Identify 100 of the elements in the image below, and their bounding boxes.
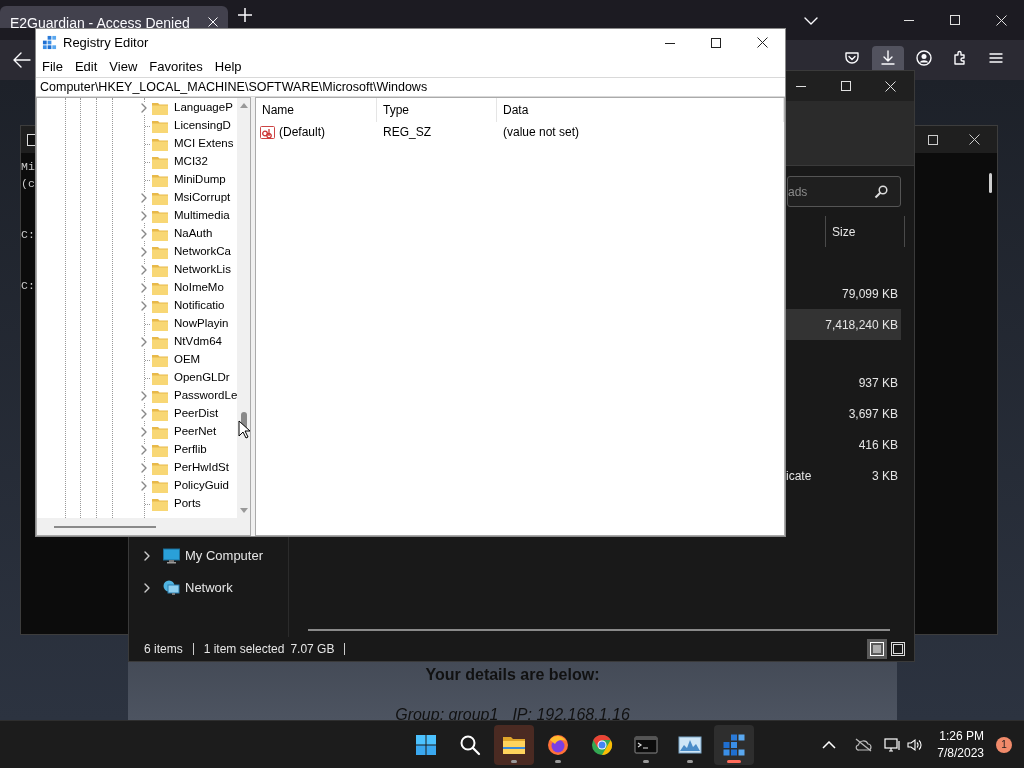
- tree-item[interactable]: Ports: [37, 495, 238, 513]
- cloud-off-icon[interactable]: [854, 737, 873, 752]
- view-button[interactable]: [867, 639, 887, 659]
- details-view-icon: [870, 642, 884, 656]
- folder-icon: [152, 137, 168, 151]
- folder-icon: [152, 407, 168, 421]
- tree-item[interactable]: Notificatio: [37, 297, 238, 315]
- menu-item[interactable]: File: [38, 56, 67, 77]
- folder-icon: [152, 371, 168, 385]
- file-row[interactable]: 7,418,240 KB: [786, 309, 901, 340]
- new-tab-icon[interactable]: [238, 8, 252, 22]
- date-text: 7/8/2023: [937, 744, 984, 762]
- tree-item[interactable]: MsiCorrupt: [37, 189, 238, 207]
- tree-item[interactable]: NaAuth: [37, 225, 238, 243]
- tree-item[interactable]: NtVdm64: [37, 333, 238, 351]
- preview-view-icon: [891, 642, 905, 656]
- folder-icon: [152, 497, 168, 511]
- tree-item[interactable]: LanguageP: [37, 99, 238, 117]
- horizontal-scrollbar[interactable]: [308, 629, 890, 631]
- folder-icon: [152, 461, 168, 475]
- tree-item[interactable]: NetworkLis: [37, 261, 238, 279]
- tree-item[interactable]: NetworkCa: [37, 243, 238, 261]
- scrollbar-thumb[interactable]: [989, 173, 992, 193]
- browser-tab[interactable]: E2Guardian - Access Denied: [0, 6, 228, 28]
- folder-icon: [152, 389, 168, 403]
- folder-icon: [152, 425, 168, 439]
- notification-badge[interactable]: 1: [996, 736, 1012, 753]
- tree-item[interactable]: PolicyGuid: [37, 477, 238, 495]
- folder-icon: [152, 317, 168, 331]
- close-tab-icon[interactable]: [208, 17, 218, 27]
- tree-item[interactable]: OEM: [37, 351, 238, 369]
- file-row[interactable]: 3,697 KB: [786, 398, 901, 429]
- clock[interactable]: 1:26 PM 7/8/2023: [937, 727, 984, 762]
- address-bar[interactable]: Computer\HKEY_LOCAL_MACHINE\SOFTWARE\Microsoft\Windows: [36, 77, 785, 97]
- folder-icon: [152, 155, 168, 169]
- file-row[interactable]: icate 3 KB: [786, 460, 901, 491]
- scrollbar-thumb[interactable]: [54, 525, 156, 528]
- size-cell-text: 7,418,240 KB: [825, 316, 899, 334]
- folder-icon: [152, 299, 168, 313]
- maximize-icon: [711, 37, 721, 48]
- pocket-icon: [843, 49, 861, 67]
- tree-item[interactable]: PeerNet: [37, 423, 238, 441]
- column-header[interactable]: Name: [256, 98, 377, 122]
- expand-chevron-icon[interactable]: [143, 583, 151, 593]
- folder-icon: [152, 101, 168, 115]
- horizontal-scrollbar[interactable]: [37, 518, 250, 535]
- file-row[interactable]: 937 KB: [786, 367, 901, 398]
- volume-icon[interactable]: [907, 737, 924, 752]
- folder-icon: [152, 191, 168, 205]
- size-cell-text: 3 KB: [871, 467, 899, 485]
- taskbar-button[interactable]: [714, 724, 755, 765]
- size-cell-text: 416 KB: [857, 436, 899, 454]
- tree-item[interactable]: NowPlayin: [37, 315, 238, 333]
- close-icon: [995, 14, 1007, 26]
- console-line: Mi: [21, 159, 36, 175]
- taskbar-button[interactable]: [494, 724, 535, 765]
- tree-item[interactable]: Multimedia: [37, 207, 238, 225]
- close-icon: [756, 37, 768, 48]
- account-icon: [915, 49, 933, 67]
- size-cell-text: 3,697 KB: [847, 405, 899, 423]
- chevron-up-icon[interactable]: [822, 740, 837, 749]
- folder-icon: [152, 443, 168, 457]
- view-button[interactable]: [888, 639, 908, 659]
- expand-chevron-icon[interactable]: [143, 551, 151, 561]
- start-icon: [414, 732, 439, 757]
- folder-icon: [152, 263, 168, 277]
- details-heading: Your details are below:: [425, 665, 600, 685]
- tree-item[interactable]: MCI Extens: [37, 135, 238, 153]
- scroll-down-icon[interactable]: [239, 508, 248, 514]
- cubes-icon: [42, 35, 57, 50]
- nav-item[interactable]: My Computer: [129, 544, 288, 568]
- column-header[interactable]: Size: [825, 216, 905, 247]
- tree-item[interactable]: PeerDist: [37, 405, 238, 423]
- chevron-down-icon[interactable]: [804, 17, 818, 25]
- folder-icon: [152, 335, 168, 349]
- tree-item[interactable]: MCI32: [37, 153, 238, 171]
- tree-item[interactable]: LicensingD: [37, 117, 238, 135]
- vertical-scrollbar[interactable]: [237, 98, 250, 518]
- back-icon[interactable]: [12, 51, 32, 69]
- folder-icon: [152, 281, 168, 295]
- menu-item[interactable]: View: [105, 56, 142, 77]
- network-icon[interactable]: [884, 736, 902, 753]
- tree-item[interactable]: NoImeMo: [37, 279, 238, 297]
- menu-item[interactable]: Favorites: [145, 56, 207, 77]
- tree-item[interactable]: Perflib: [37, 441, 238, 459]
- tree-item[interactable]: PerHwIdSt: [37, 459, 238, 477]
- menu-item[interactable]: Edit: [70, 56, 102, 77]
- file-row[interactable]: 416 KB: [786, 429, 901, 460]
- menu-item[interactable]: Help: [210, 56, 246, 77]
- tree-item[interactable]: OpenGLDr: [37, 369, 238, 387]
- cubes-icon: [722, 732, 747, 757]
- size-cell-text: 79,099 KB: [840, 285, 899, 303]
- column-header[interactable]: Type: [377, 98, 497, 122]
- nav-item[interactable]: Network: [129, 576, 288, 600]
- tree-item[interactable]: PasswordLe: [37, 387, 238, 405]
- browser-icon: [590, 732, 615, 757]
- file-row[interactable]: 79,099 KB: [786, 278, 901, 309]
- search-field[interactable]: ads: [787, 176, 901, 207]
- column-header[interactable]: Data: [497, 98, 784, 122]
- tree-item[interactable]: MiniDump: [37, 171, 238, 189]
